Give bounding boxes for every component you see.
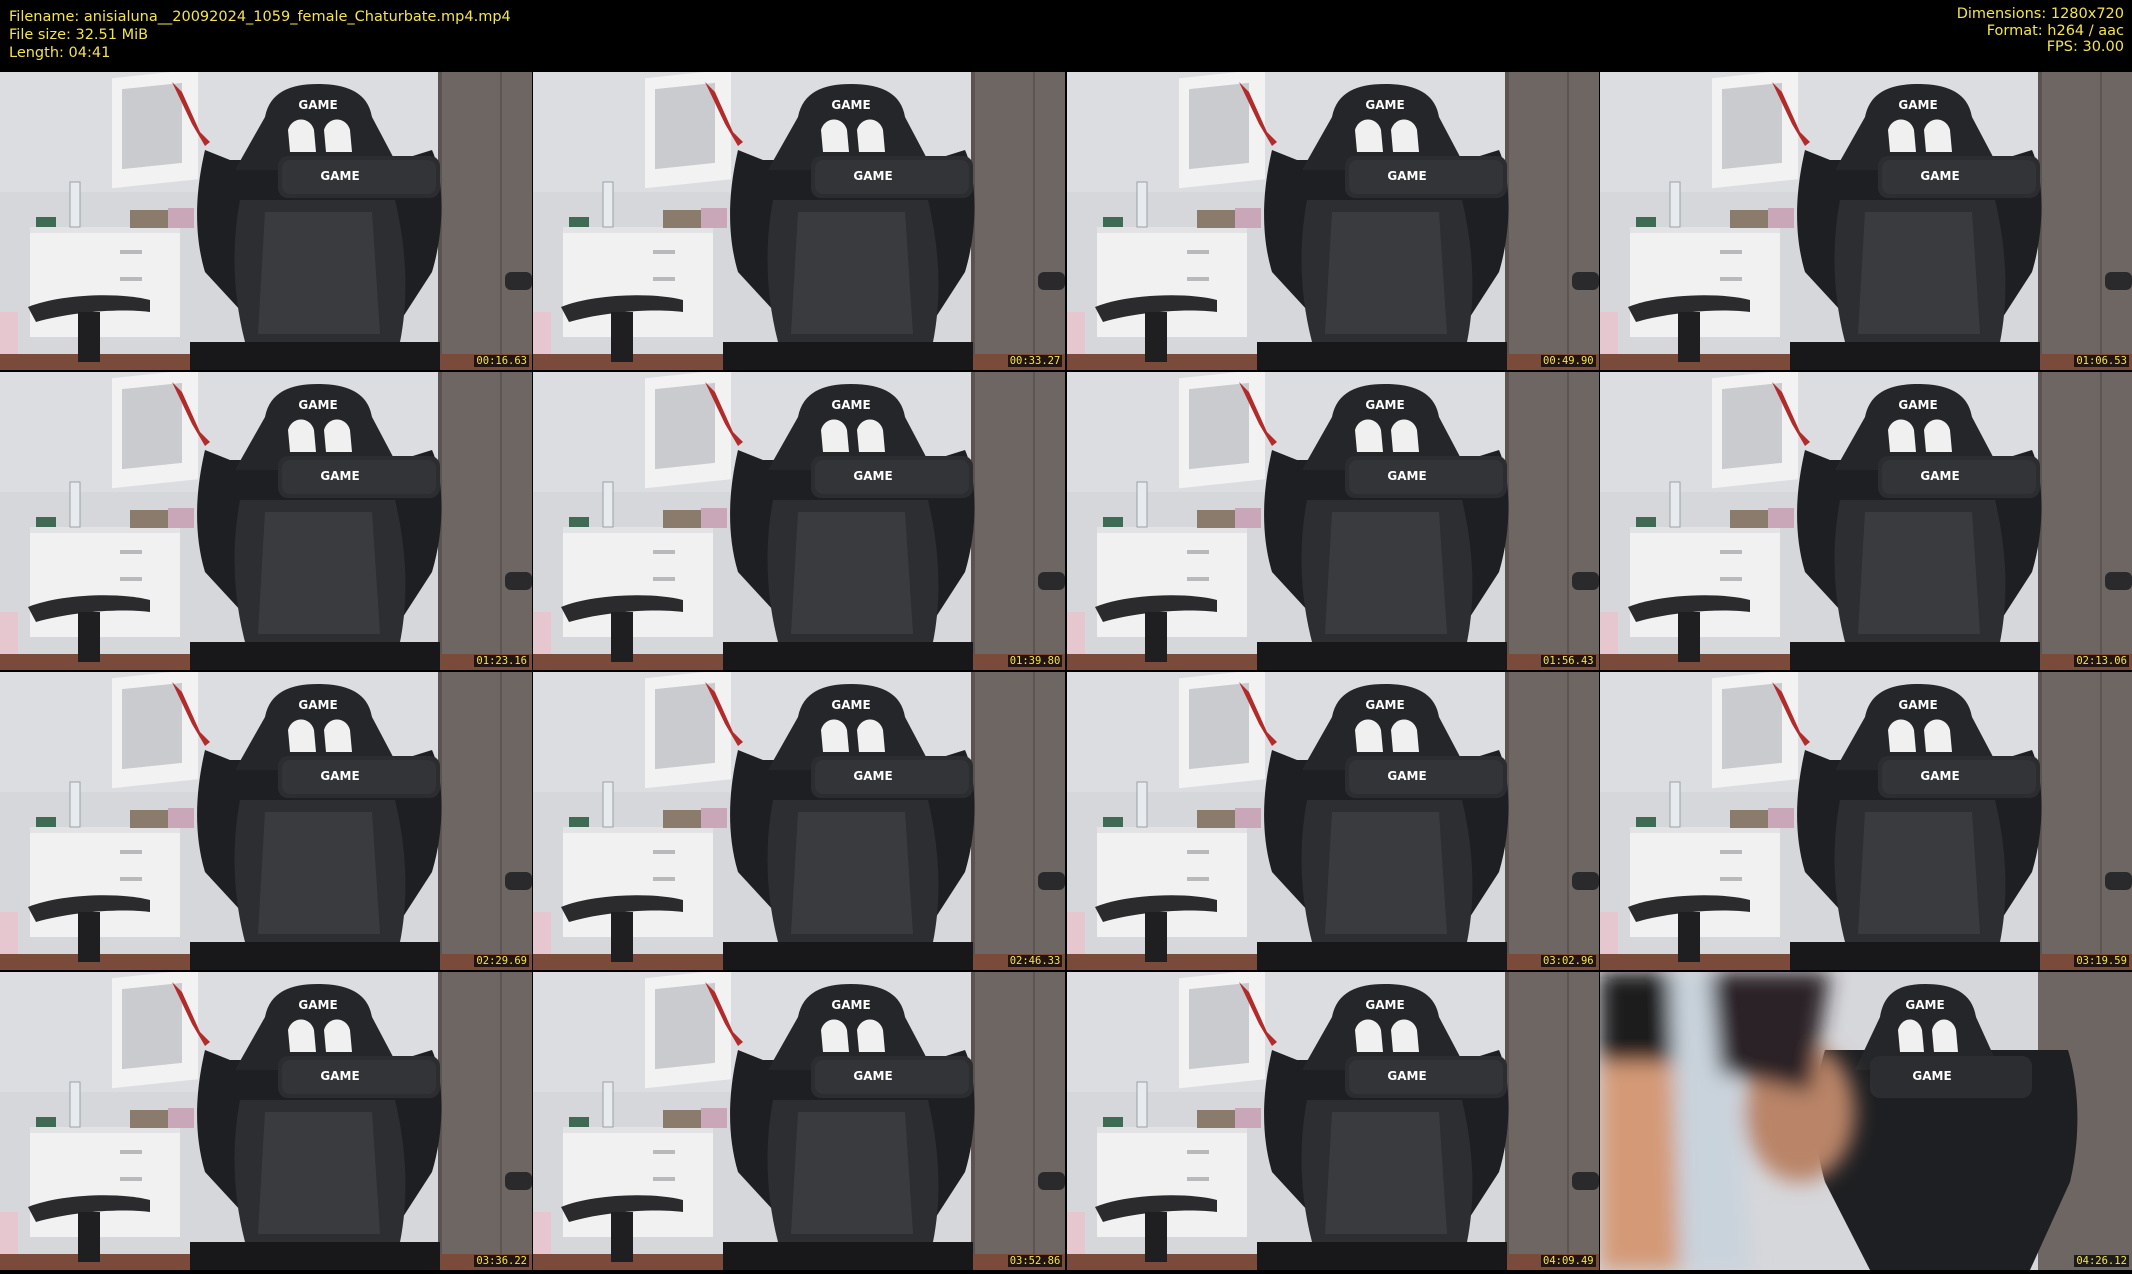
fps-text: FPS: 30.00 (2046, 39, 2124, 55)
frame-timestamp: 01:39.80 (1007, 654, 1063, 667)
frame-timestamp: 01:23.16 (474, 654, 529, 667)
frame-timestamp: 04:26.12 (2074, 1254, 2129, 1267)
frame-timestamp: 00:16.63 (474, 355, 529, 367)
thumbnail-grid: GAME GAME 00:16.63 GAME GAME 00:33.27 GA… (0, 72, 2132, 1274)
chair-pillow-text: GAME (320, 469, 359, 483)
frame-image: GAME GAME (533, 971, 1066, 1270)
video-frame-thumbnail: GAME GAME 04:09.49 (1066, 971, 1599, 1270)
chair-pillow-text: GAME (1387, 1069, 1426, 1083)
frame-timestamp: 02:13.06 (2074, 654, 2129, 667)
video-frame-thumbnail: GAME GAME 03:36.22 (0, 971, 532, 1270)
video-frame-thumbnail: GAME GAME 00:16.63 (0, 72, 532, 370)
chair-top-text: GAME (832, 98, 871, 112)
chair-top-text: GAME (832, 998, 871, 1012)
file-metadata: Filename: anisialuna__20092024_1059_fema… (9, 8, 511, 62)
chair-pillow-text: GAME (854, 769, 893, 783)
video-frame-thumbnail: GAME GAME 01:23.16 (0, 371, 532, 670)
frame-image: GAME GAME (0, 971, 532, 1270)
frame-image: GAME GAME (1599, 371, 2132, 670)
chair-top-text: GAME (1898, 698, 1937, 712)
chair-pillow-text: GAME (320, 769, 359, 783)
chair-top-text: GAME (298, 398, 337, 412)
frame-timestamp: 01:06.53 (2074, 355, 2129, 367)
contact-sheet-header: Filename: anisialuna__20092024_1059_fema… (0, 0, 2132, 72)
frame-image: GAME GAME (1066, 371, 1599, 670)
frame-image: GAME GAME (1599, 971, 2132, 1270)
frame-timestamp: 01:56.43 (1541, 654, 1596, 667)
video-frame-thumbnail: GAME GAME 03:02.96 (1066, 671, 1599, 970)
frame-timestamp: 02:29.69 (474, 954, 529, 967)
chair-top-text: GAME (1365, 998, 1404, 1012)
video-frame-thumbnail: GAME GAME 01:39.80 (533, 371, 1066, 670)
chair-pillow-text: GAME (1920, 169, 1959, 183)
frame-timestamp: 03:02.96 (1541, 954, 1596, 967)
frame-image: GAME GAME (0, 671, 532, 970)
chair-top-text: GAME (1898, 398, 1937, 412)
video-metadata: Dimensions: 1280x720 Format: h264 / aac … (1957, 6, 2124, 56)
frame-image: GAME GAME (1599, 72, 2132, 370)
frame-image: GAME GAME (0, 371, 532, 670)
video-frame-thumbnail: GAME GAME 04:26.12 (1599, 971, 2132, 1270)
frame-image: GAME GAME (1066, 971, 1599, 1270)
frame-timestamp: 02:46.33 (1007, 954, 1063, 967)
video-frame-thumbnail: GAME GAME 00:49.90 (1066, 72, 1599, 370)
frame-image: GAME GAME (1066, 72, 1599, 370)
chair-pillow-text: GAME (1920, 769, 1959, 783)
chair-pillow-text: GAME (1387, 769, 1426, 783)
frame-timestamp: 03:52.86 (1007, 1254, 1063, 1267)
frame-timestamp: 03:36.22 (474, 1254, 529, 1267)
frame-image: GAME GAME (533, 371, 1066, 670)
chair-top-text: GAME (298, 98, 337, 112)
chair-top-text: GAME (832, 698, 871, 712)
frame-image: GAME GAME (533, 72, 1066, 370)
frame-timestamp: 04:09.49 (1541, 1254, 1596, 1267)
chair-top-text: GAME (298, 998, 337, 1012)
chair-pillow-text: GAME (1912, 1069, 1951, 1083)
video-frame-thumbnail: GAME GAME 03:52.86 (533, 971, 1066, 1270)
length-text: Length: 04:41 (9, 45, 111, 61)
chair-pillow-text: GAME (320, 169, 359, 183)
frame-timestamp: 00:33.27 (1007, 355, 1063, 367)
chair-top-text: GAME (298, 698, 337, 712)
chair-pillow-text: GAME (854, 169, 893, 183)
chair-top-text: GAME (1905, 998, 1944, 1012)
video-frame-thumbnail: GAME GAME 02:46.33 (533, 671, 1066, 970)
chair-top-text: GAME (1365, 698, 1404, 712)
chair-pillow-text: GAME (854, 1069, 893, 1083)
chair-pillow-text: GAME (1387, 169, 1426, 183)
chair-top-text: GAME (1365, 98, 1404, 112)
format-text: Format: h264 / aac (1986, 22, 2124, 39)
filesize-text: File size: 32.51 MiB (9, 27, 149, 43)
chair-top-text: GAME (832, 398, 871, 412)
frame-image: GAME GAME (0, 72, 532, 370)
chair-pillow-text: GAME (854, 469, 893, 483)
frame-timestamp: 03:19.59 (2074, 954, 2129, 967)
chair-pillow-text: GAME (320, 1069, 359, 1083)
frame-image: GAME GAME (1599, 671, 2132, 970)
video-frame-thumbnail: GAME GAME 02:29.69 (0, 671, 532, 970)
frame-image: GAME GAME (533, 671, 1066, 970)
dimensions-text: Dimensions: 1280x720 (1956, 6, 2124, 22)
video-frame-thumbnail: GAME GAME 02:13.06 (1599, 371, 2132, 670)
video-frame-thumbnail: GAME GAME 00:33.27 (533, 72, 1066, 370)
video-frame-thumbnail: GAME GAME 01:06.53 (1599, 72, 2132, 370)
frame-image: GAME GAME (1066, 671, 1599, 970)
chair-pillow-text: GAME (1387, 469, 1426, 483)
frame-timestamp: 00:49.90 (1541, 355, 1596, 367)
video-frame-thumbnail: GAME GAME 03:19.59 (1599, 671, 2132, 970)
filename-text: Filename: anisialuna__20092024_1059_fema… (9, 9, 511, 25)
chair-top-text: GAME (1365, 398, 1404, 412)
video-frame-thumbnail: GAME GAME 01:56.43 (1066, 371, 1599, 670)
chair-pillow-text: GAME (1920, 469, 1959, 483)
chair-top-text: GAME (1898, 98, 1937, 112)
